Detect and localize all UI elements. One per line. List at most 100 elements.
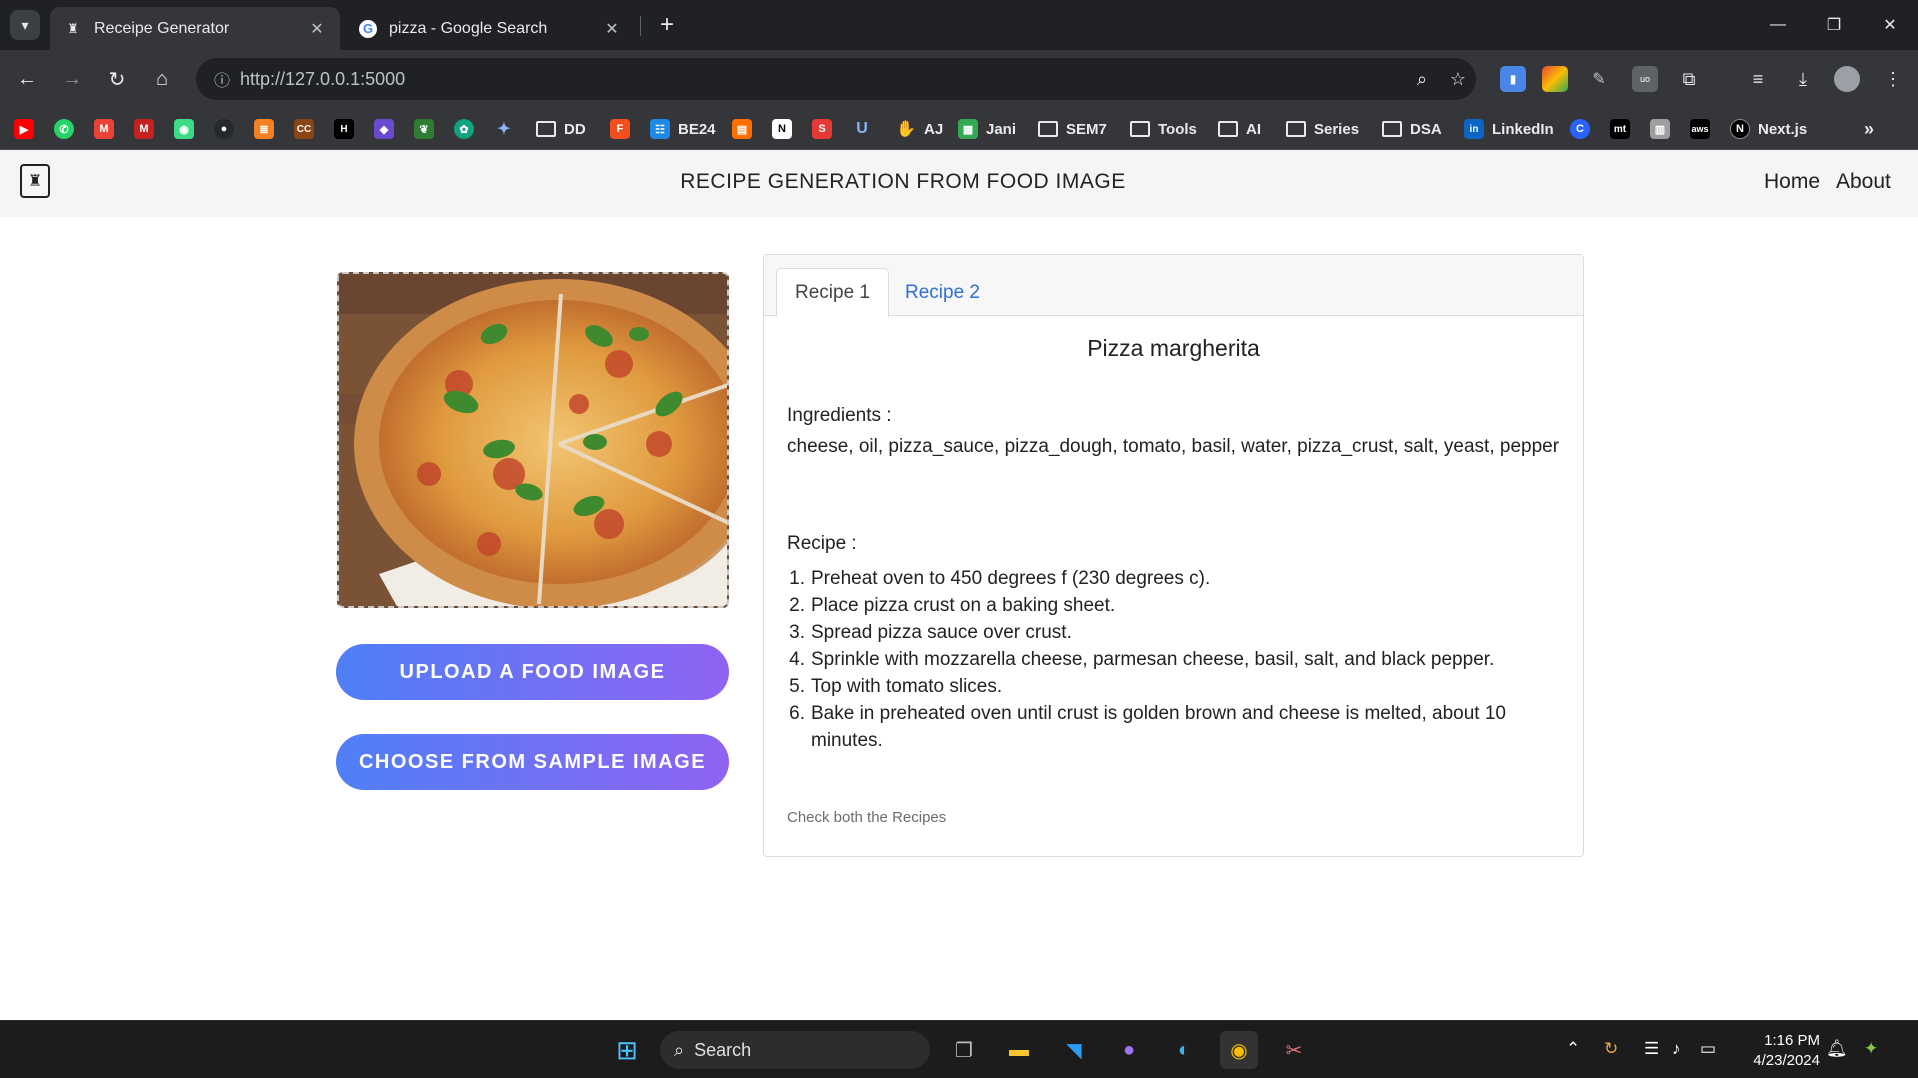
tab-google-search[interactable]: G pizza - Google Search ✕ <box>345 7 635 50</box>
food-image-preview <box>337 272 729 608</box>
bookmark-folder-ai[interactable]: AI <box>1218 117 1261 141</box>
bookmark-app[interactable]: ◆ <box>374 117 402 141</box>
close-icon[interactable]: ✕ <box>603 19 621 39</box>
copilot-icon[interactable]: ✦ <box>1864 1039 1878 1059</box>
bookmark-aws[interactable]: aws <box>1690 117 1718 141</box>
bookmark-folder-dsa[interactable]: DSA <box>1382 117 1442 141</box>
bookmark-leaf[interactable]: ❦ <box>414 117 442 141</box>
info-icon[interactable]: ⓘ <box>204 67 240 91</box>
taskbar-search[interactable]: ⌕ Search <box>660 1031 930 1069</box>
volume-icon[interactable]: ♪ <box>1672 1039 1681 1059</box>
tab-recipe-2[interactable]: Recipe 2 <box>887 268 998 317</box>
bookmark-folder-series[interactable]: Series <box>1286 117 1359 141</box>
bookmark-doc[interactable]: ▥ <box>1650 117 1678 141</box>
wifi-icon[interactable]: ☰ <box>1644 1039 1659 1059</box>
new-tab-button[interactable]: + <box>652 10 682 40</box>
star-icon[interactable]: ☆ <box>1440 69 1476 90</box>
bookmark-gmail-2[interactable]: M <box>134 117 162 141</box>
tab-title: Receipe Generator <box>94 19 230 37</box>
close-icon[interactable]: ✕ <box>308 19 326 39</box>
bookmark-linkedin[interactable]: in LinkedIn <box>1464 117 1554 141</box>
colors-extension-icon[interactable] <box>1542 66 1568 92</box>
s-app-icon: S <box>812 119 832 139</box>
back-button[interactable]: ← <box>12 64 42 94</box>
linkedin-icon: in <box>1464 119 1484 139</box>
bookmark-jani[interactable]: ▦ Jani <box>958 117 1016 141</box>
bookmark-folder-sem7[interactable]: SEM7 <box>1038 117 1107 141</box>
edge-button[interactable]: ◐ <box>1165 1031 1203 1069</box>
bookmark-hackerrank[interactable]: H <box>334 117 362 141</box>
restore-button[interactable]: ❐ <box>1806 0 1862 50</box>
ublock-extension-icon[interactable]: uo <box>1632 66 1658 92</box>
tab-recipe-1[interactable]: Recipe 1 <box>776 268 889 317</box>
bookmark-notion[interactable]: N <box>772 117 800 141</box>
bookmark-youtube[interactable]: ▶ <box>14 117 42 141</box>
profile-avatar[interactable] <box>1834 66 1860 92</box>
bookmark-label: LinkedIn <box>1492 120 1554 138</box>
bookmark-orange[interactable]: ▤ <box>732 117 760 141</box>
recipe-tabs-header: Recipe 1 Recipe 2 <box>764 255 1583 317</box>
start-button[interactable]: ⊞ <box>608 1031 646 1069</box>
task-view-button[interactable]: ❐ <box>945 1031 983 1069</box>
system-clock[interactable]: 1:16 PM 4/23/2024 <box>1738 1031 1820 1071</box>
choose-sample-image-button[interactable]: CHOOSE FROM SAMPLE IMAGE <box>336 734 729 790</box>
chrome-button[interactable]: ◉ <box>1220 1031 1258 1069</box>
download-icon[interactable]: ⤓ <box>1790 66 1816 92</box>
snipping-tool-button[interactable]: ✂ <box>1275 1031 1313 1069</box>
reload-button[interactable]: ↻ <box>102 64 132 94</box>
address-bar[interactable]: ⓘ http://127.0.0.1:5000 ⌕ ☆ <box>196 58 1476 100</box>
bookmark-nextjs[interactable]: N Next.js <box>1730 117 1807 141</box>
step-text: Top with tomato slices. <box>811 676 1003 697</box>
minimize-button[interactable]: — <box>1750 0 1806 50</box>
android-icon: ◉ <box>174 119 194 139</box>
bookmark-folder-dd[interactable]: DD <box>536 117 586 141</box>
more-bookmarks-button[interactable]: » <box>1864 117 1874 141</box>
tab-receipe-generator[interactable]: ♜ Receipe Generator ✕ <box>50 7 340 50</box>
bookmark-gemini[interactable]: ✦ <box>494 117 522 141</box>
github-desktop-button[interactable]: ● <box>1110 1031 1148 1069</box>
feather-extension-icon[interactable]: ✎ <box>1586 66 1612 92</box>
bookmark-android[interactable]: ◉ <box>174 117 202 141</box>
tab-search-button[interactable]: ▾ <box>10 10 40 40</box>
upload-food-image-button[interactable]: UPLOAD A FOOD IMAGE <box>336 644 729 700</box>
file-explorer-button[interactable]: ▬ <box>1000 1031 1038 1069</box>
bookmark-mt[interactable]: mt <box>1610 117 1638 141</box>
bookmark-github[interactable]: ● <box>214 117 242 141</box>
bookmark-c[interactable]: C <box>1570 117 1598 141</box>
bookmark-cc[interactable]: CC <box>294 117 322 141</box>
battery-icon[interactable]: ▭ <box>1700 1039 1716 1059</box>
bookmark-figma[interactable]: F <box>610 117 638 141</box>
media-controls-icon[interactable]: ≡ <box>1745 66 1771 92</box>
bookmark-whatsapp[interactable]: ✆ <box>54 117 82 141</box>
bookmark-folder-tools[interactable]: Tools <box>1130 117 1197 141</box>
bookmark-label: Series <box>1314 120 1360 138</box>
forward-button[interactable]: → <box>57 64 87 94</box>
bookmark-stackoverflow[interactable]: ≣ <box>254 117 282 141</box>
menu-icon[interactable]: ⋮ <box>1880 66 1906 92</box>
notification-bell-icon[interactable]: 🔔︎ <box>1826 1039 1848 1059</box>
c-app-icon: C <box>1570 119 1590 139</box>
chevron-up-icon[interactable]: ⌃ <box>1566 1039 1580 1059</box>
site-title: RECIPE GENERATION FROM FOOD IMAGE <box>680 170 1126 193</box>
extensions-icon[interactable]: ⧉ <box>1676 66 1702 92</box>
bookmark-u[interactable]: U <box>852 117 880 141</box>
vscode-button[interactable]: ◥ <box>1055 1031 1093 1069</box>
bookmark-chatgpt[interactable]: ✿ <box>454 117 482 141</box>
bookmark-gmail-1[interactable]: M <box>94 117 122 141</box>
sync-icon[interactable]: ↻ <box>1604 1039 1618 1059</box>
whatsapp-icon: ✆ <box>54 119 74 139</box>
gmail-icon: M <box>94 119 114 139</box>
url-text[interactable]: http://127.0.0.1:5000 <box>240 69 1404 90</box>
double-chevron-right-icon: » <box>1864 118 1875 139</box>
home-button[interactable]: ⌂ <box>147 64 177 94</box>
nav-link-home[interactable]: Home <box>1764 170 1820 194</box>
leaf-icon: ❦ <box>414 119 434 139</box>
bookmark-s[interactable]: S <box>812 117 840 141</box>
close-window-button[interactable]: ✕ <box>1862 0 1918 50</box>
nextjs-icon: N <box>1730 119 1750 139</box>
docs-extension-icon[interactable]: ▮ <box>1500 66 1526 92</box>
zoom-icon[interactable]: ⌕ <box>1404 69 1440 90</box>
bookmark-be24[interactable]: ☷ BE24 <box>650 117 716 141</box>
nav-link-about[interactable]: About <box>1836 170 1891 194</box>
bookmark-aj[interactable]: ✋ AJ <box>896 117 943 141</box>
